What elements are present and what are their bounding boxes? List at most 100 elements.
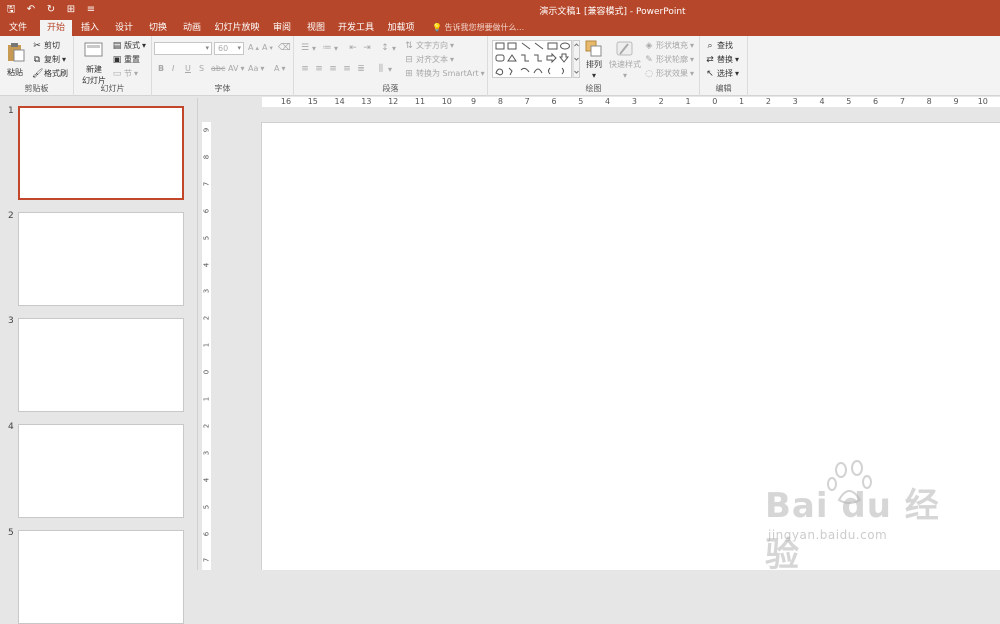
slide-number: 5 (8, 528, 14, 538)
grow-font-button[interactable]: A ▴ (248, 43, 259, 52)
cut-button[interactable]: ✂ 剪切 (32, 40, 60, 51)
tab-view[interactable]: 视图 (302, 20, 330, 36)
tell-me-search[interactable]: 💡 告诉我您想要做什么... (432, 20, 524, 36)
ruler-tick-label: 5 (578, 97, 584, 106)
tab-animations[interactable]: 动画 (178, 20, 206, 36)
tab-review[interactable]: 审阅 (268, 20, 296, 36)
align-left-button[interactable]: ≡ (300, 64, 310, 74)
select-button[interactable]: ↖ 选择 ▾ (705, 68, 739, 79)
bold-button[interactable]: B (158, 64, 164, 73)
convert-smartart-button[interactable]: ⊞ 转换为 SmartArt ▾ (404, 68, 485, 79)
tab-developer[interactable]: 开发工具 (336, 20, 376, 36)
grow-font-label: A (248, 43, 254, 52)
align-right-button[interactable]: ≡ (328, 64, 338, 74)
italic-button[interactable]: I (172, 64, 174, 73)
slide-thumbnail-2[interactable] (18, 212, 184, 306)
text-direction-button[interactable]: ⇅ 文字方向 ▾ (404, 40, 454, 51)
shapes-gallery[interactable] (492, 40, 580, 78)
increase-indent-button[interactable]: ⇥ (362, 43, 372, 53)
ruler-tick-label: 3 (202, 450, 211, 456)
drawing-group: 排列 ▾ 快速样式 ▾ ◈ 形状填充 ▾ ✎ 形状轮廓 ▾ ◌ 形状效果 ▾ 绘图 (488, 36, 700, 96)
tell-me-text: 告诉我您想要做什么... (444, 23, 525, 32)
chevron-down-icon: ▾ (312, 43, 317, 53)
ruler-tick-label: 13 (361, 97, 372, 106)
ruler-tick-label: 7 (899, 97, 905, 106)
paste-button[interactable]: 粘贴 (5, 41, 25, 78)
ruler-tick-label: 1 (685, 97, 691, 106)
shrink-font-label: A (262, 43, 268, 52)
char-spacing-button[interactable]: AV ▾ (228, 64, 244, 73)
chevron-down-icon: ▾ (142, 41, 147, 50)
copy-button[interactable]: ⧉ 复制 ▾ (32, 54, 66, 65)
columns-button[interactable]: ⫼ ▾ (376, 64, 392, 74)
ruler-tick-label: 0 (712, 97, 718, 106)
strikethrough-button[interactable]: abc (211, 64, 225, 73)
arrange-button[interactable]: 排列 ▾ (584, 40, 604, 80)
tab-insert[interactable]: 插入 (76, 20, 104, 36)
slides-group: 新建 幻灯片 ▤ 版式 ▾ ▣ 重置 ▭ 节 ▾ 幻灯片 (74, 36, 152, 96)
align-text-button[interactable]: ⊟ 对齐文本 ▾ (404, 54, 454, 65)
font-name-combo[interactable]: ▾ (154, 42, 212, 55)
format-painter-button[interactable]: 🖌 格式刷 (32, 68, 68, 79)
slide-thumbnail-4[interactable] (18, 424, 184, 518)
tab-file[interactable]: 文件 (4, 20, 32, 36)
title-bar: 🖫 ↶ ↻ ⊞ ≡ 演示文稿1 [兼容模式] - PowerPoint (0, 0, 1000, 20)
shape-effects-button[interactable]: ◌ 形状效果 ▾ (644, 68, 694, 79)
align-text-label: 对齐文本 (416, 55, 448, 64)
line-spacing-button[interactable]: ↕ ▾ (380, 43, 396, 53)
chevron-down-icon: ▾ (690, 69, 695, 78)
chevron-down-icon: ▾ (334, 43, 339, 53)
quick-styles-button[interactable]: 快速样式 ▾ (608, 40, 642, 80)
chevron-down-icon: ▾ (480, 69, 485, 78)
slide-thumbnail-3[interactable] (18, 318, 184, 412)
distributed-button[interactable]: ≣ (356, 64, 366, 74)
slides-label: 幻灯片 (100, 84, 125, 93)
underline-button[interactable]: U (185, 64, 191, 73)
ruler-tick-label: 2 (202, 423, 211, 429)
numbering-icon: ≔ (322, 43, 332, 53)
reset-button[interactable]: ▣ 重置 (112, 54, 140, 65)
clear-format-button[interactable]: ⌫ (278, 43, 291, 53)
find-button[interactable]: ⌕ 查找 (705, 40, 733, 51)
char-spacing-label: AV (228, 64, 239, 73)
layout-icon: ▤ (112, 40, 122, 51)
search-icon: ⌕ (707, 40, 713, 51)
shape-fill-button[interactable]: ◈ 形状填充 ▾ (644, 40, 694, 51)
justify-button[interactable]: ≡ (342, 64, 352, 74)
distributed-icon: ≣ (357, 64, 365, 74)
change-case-button[interactable]: Aa ▾ (248, 64, 264, 73)
tab-slide-show[interactable]: 幻灯片放映 (212, 20, 262, 36)
font-color-button[interactable]: A ▾ (274, 64, 286, 73)
ribbon: 粘贴 ✂ 剪切 ⧉ 复制 ▾ 🖌 格式刷 剪贴板 新建 幻灯片 ▤ 版式 ▾ ▣ 重置 ▭ 节 ▾… (0, 36, 1000, 96)
shadow-button[interactable]: S (199, 64, 204, 73)
tab-transitions[interactable]: 切换 (144, 20, 172, 36)
copy-label: 复制 (44, 55, 60, 64)
tab-home[interactable]: 开始 (40, 20, 72, 36)
effects-icon: ◌ (645, 68, 653, 79)
section-label: 节 (124, 69, 132, 78)
replace-button[interactable]: ⇄ 替换 ▾ (705, 54, 739, 65)
layout-button[interactable]: ▤ 版式 ▾ (112, 40, 146, 51)
tab-addins[interactable]: 加载项 (384, 20, 418, 36)
clipboard-group: 粘贴 ✂ 剪切 ⧉ 复制 ▾ 🖌 格式刷 剪贴板 (0, 36, 74, 96)
font-size-combo[interactable]: 60 ▾ (214, 42, 244, 55)
section-button[interactable]: ▭ 节 ▾ (112, 68, 138, 79)
align-center-button[interactable]: ≡ (314, 64, 324, 74)
chevron-down-icon: ▾ (591, 71, 596, 80)
new-slide-button[interactable]: 新建 幻灯片 (80, 40, 108, 86)
decrease-indent-button[interactable]: ⇤ (348, 43, 358, 53)
slide-thumbnail-5[interactable] (18, 530, 184, 624)
tab-design[interactable]: 设计 (110, 20, 138, 36)
slide-thumbnail-1[interactable] (18, 106, 184, 200)
chevron-down-icon: ▾ (260, 64, 265, 73)
shape-outline-button[interactable]: ✎ 形状轮廓 ▾ (644, 54, 694, 65)
numbering-button[interactable]: ≔ ▾ (322, 43, 339, 53)
ruler-tick-label: 12 (388, 97, 399, 106)
chevron-down-icon: ▾ (62, 55, 67, 64)
smartart-label: 转换为 SmartArt (416, 69, 479, 78)
shrink-font-button[interactable]: A ▾ (262, 43, 273, 52)
bullets-button[interactable]: ☰ ▾ (300, 43, 316, 53)
ruler-tick-label: 5 (202, 504, 211, 509)
font-size-value: 60 (218, 44, 229, 53)
baidu-watermark: Bai du 经验 jingyan.baidu.com (765, 460, 947, 575)
